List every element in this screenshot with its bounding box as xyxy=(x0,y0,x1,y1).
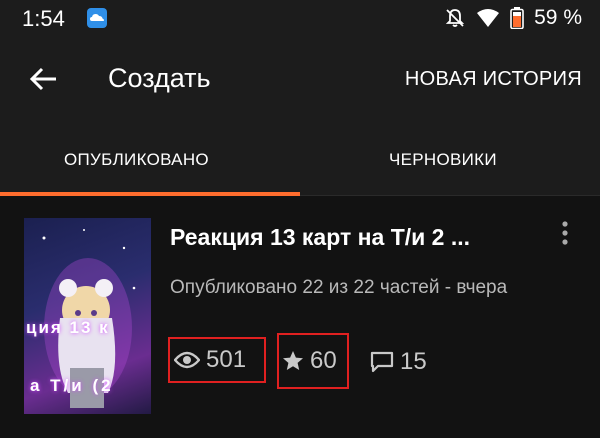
votes-count: 60 xyxy=(310,347,337,374)
status-icons: 59 % xyxy=(444,6,582,30)
back-button[interactable] xyxy=(26,62,60,96)
eye-icon xyxy=(174,351,200,369)
notifications-off-icon xyxy=(445,9,465,27)
status-bar: 1:54 59 % xyxy=(0,0,600,38)
more-vert-icon xyxy=(562,221,568,245)
tab-bar: ОПУБЛИКОВАНО ЧЕРНОВИКИ xyxy=(0,122,600,197)
comments-count: 15 xyxy=(400,348,427,375)
story-title[interactable]: Реакция 13 карт на Т/и 2 ... xyxy=(170,224,470,251)
wifi-icon xyxy=(477,9,500,27)
star-icon xyxy=(283,351,303,370)
comments-stat: 15 xyxy=(370,342,427,382)
battery-icon xyxy=(510,7,524,29)
page-title: Создать xyxy=(108,63,211,93)
more-options-button[interactable] xyxy=(556,220,574,248)
status-time: 1:54 xyxy=(22,6,65,31)
reads-stat: 501 xyxy=(168,337,266,383)
back-arrow-icon xyxy=(29,67,56,91)
votes-stat: 60 xyxy=(277,333,349,389)
new-story-button[interactable]: НОВАЯ ИСТОРИЯ xyxy=(405,68,582,91)
comment-icon xyxy=(370,351,394,373)
tab-published-label: ОПУБЛИКОВАНО xyxy=(64,150,209,169)
cover-text-2: а Т/и (2 xyxy=(30,376,114,395)
story-publish-info: Опубликовано 22 из 22 частей - вчера xyxy=(170,277,508,298)
app-bar: Создать НОВАЯ ИСТОРИЯ xyxy=(0,38,600,122)
tab-drafts[interactable]: ЧЕРНОВИКИ xyxy=(300,122,600,195)
battery-percent: 59 % xyxy=(534,6,582,29)
tab-published[interactable]: ОПУБЛИКОВАНО xyxy=(0,122,300,197)
cloud-app-icon xyxy=(87,8,107,28)
story-card[interactable]: ция 13 к а Т/и (2 Реакция 13 карт на Т/и… xyxy=(0,196,600,438)
reads-count: 501 xyxy=(206,346,247,373)
story-cover[interactable]: ция 13 к а Т/и (2 xyxy=(24,218,151,414)
cover-text-1: ция 13 к xyxy=(26,318,110,337)
tab-drafts-label: ЧЕРНОВИКИ xyxy=(389,150,497,169)
